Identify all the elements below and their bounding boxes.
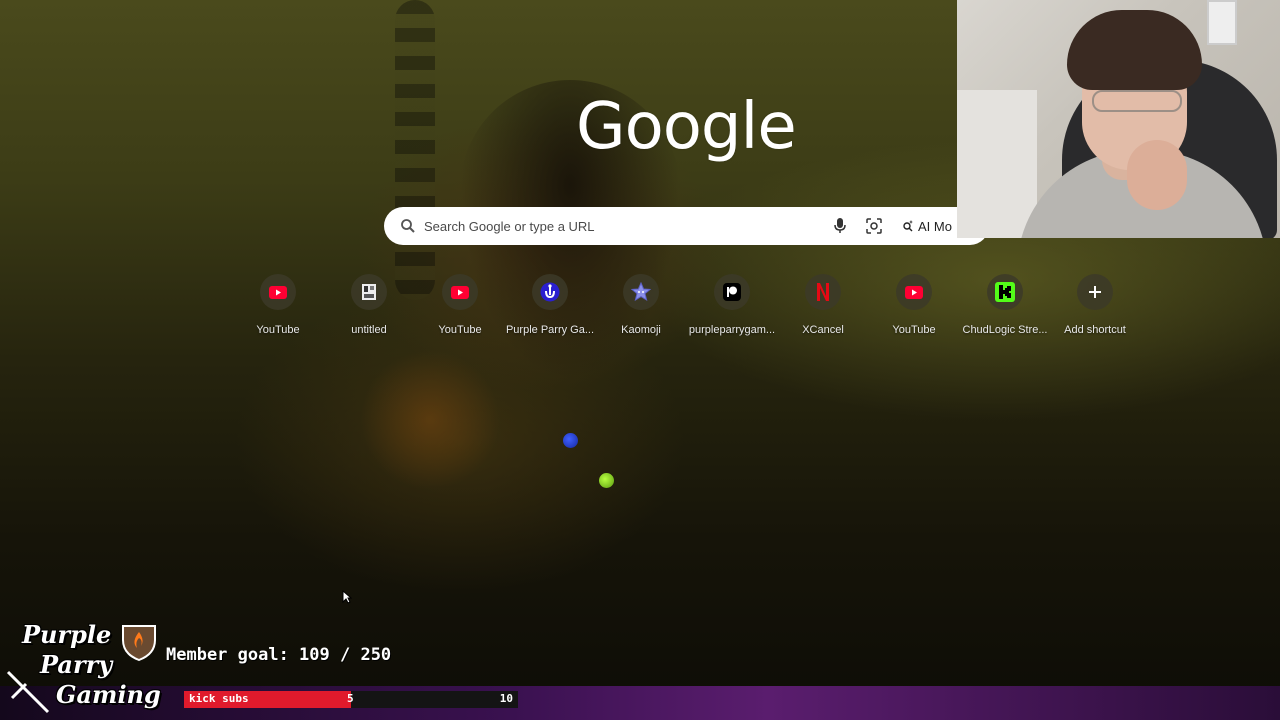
shortcut-xcancel[interactable]: XCancel bbox=[778, 274, 868, 344]
webcam-feed bbox=[957, 0, 1280, 238]
shortcut-youtube[interactable]: YouTube bbox=[233, 274, 323, 344]
shortcut-tile bbox=[987, 274, 1023, 310]
webcam-hair bbox=[1067, 10, 1202, 90]
shortcut-tile bbox=[260, 274, 296, 310]
shortcut-tile bbox=[623, 274, 659, 310]
ai-sparkle-search-icon bbox=[903, 220, 913, 232]
shortcut-patreon[interactable]: purpleparrygam... bbox=[687, 274, 777, 344]
add-shortcut-button[interactable]: Add shortcut bbox=[1050, 274, 1140, 344]
crossed-swords-icon bbox=[6, 670, 50, 714]
webcam-wall-frame bbox=[1207, 0, 1237, 45]
netflix-icon bbox=[817, 283, 829, 301]
shortcut-purple-parry[interactable]: Purple Parry Ga... bbox=[505, 274, 595, 344]
shortcut-tile bbox=[714, 274, 750, 310]
plus-icon bbox=[1089, 286, 1101, 298]
youtube-icon bbox=[451, 285, 469, 299]
shortcut-chudlogic[interactable]: ChudLogic Stre... bbox=[960, 274, 1050, 344]
background-blue-light bbox=[563, 433, 578, 448]
background-glow bbox=[360, 350, 500, 490]
logo-word: Gaming bbox=[56, 680, 161, 709]
shortcut-label: Kaomoji bbox=[621, 324, 661, 336]
shortcut-label: purpleparrygam... bbox=[688, 324, 776, 336]
member-goal-text: Member goal: 109 / 250 bbox=[166, 645, 392, 665]
google-logo: Google bbox=[576, 90, 797, 164]
logo-word: Purple bbox=[22, 620, 112, 649]
kick-subs-label: kick subs bbox=[189, 692, 249, 705]
shortcut-label: YouTube bbox=[438, 324, 482, 336]
shortcut-tile bbox=[805, 274, 841, 310]
ai-mode-label: AI Mo bbox=[918, 218, 952, 234]
shortcut-tile bbox=[351, 274, 387, 310]
shortcut-label: Purple Parry Ga... bbox=[505, 324, 595, 336]
webcam-glasses bbox=[1092, 90, 1182, 112]
webcam-hand bbox=[1127, 140, 1187, 210]
shortcut-tile bbox=[532, 274, 568, 310]
patreon-icon bbox=[723, 283, 741, 301]
background-chain bbox=[395, 0, 435, 300]
shortcut-label: YouTube bbox=[256, 324, 300, 336]
background-green-light bbox=[599, 473, 614, 488]
shortcut-kaomoji[interactable]: Kaomoji bbox=[596, 274, 686, 344]
shortcut-tile bbox=[442, 274, 478, 310]
search-box[interactable]: AI Mo bbox=[384, 207, 989, 245]
mouse-cursor-icon bbox=[342, 590, 352, 604]
shortcut-label: Add shortcut bbox=[1064, 324, 1126, 336]
purple-parry-icon bbox=[540, 282, 560, 302]
shortcut-youtube[interactable]: YouTube bbox=[415, 274, 505, 344]
shortcut-label: XCancel bbox=[802, 324, 844, 336]
kick-subs-current: 5 bbox=[347, 692, 354, 705]
shortcut-youtube[interactable]: YouTube bbox=[869, 274, 959, 344]
channel-logo: Purple Parry Gaming bbox=[4, 618, 164, 718]
google-lens-icon[interactable] bbox=[866, 218, 882, 239]
kick-subs-goal: 10 bbox=[499, 692, 513, 705]
star-icon bbox=[631, 282, 651, 302]
shortcut-tile bbox=[896, 274, 932, 310]
shortcut-label: untitled bbox=[351, 324, 387, 336]
shield-icon bbox=[122, 625, 156, 662]
shortcut-label: ChudLogic Stre... bbox=[962, 324, 1048, 336]
shortcut-label: YouTube bbox=[892, 324, 936, 336]
kick-icon bbox=[995, 282, 1015, 302]
kick-subs-progress-bar: kick subs 5 10 bbox=[184, 691, 518, 708]
shortcut-untitled[interactable]: untitled bbox=[324, 274, 414, 344]
webcam-door bbox=[957, 90, 1037, 238]
microphone-icon[interactable] bbox=[834, 218, 846, 239]
youtube-icon bbox=[905, 285, 923, 299]
search-input[interactable] bbox=[424, 213, 804, 239]
search-icon bbox=[400, 218, 416, 239]
shortcut-tile bbox=[1077, 274, 1113, 310]
youtube-icon bbox=[269, 285, 287, 299]
document-icon bbox=[362, 284, 376, 300]
